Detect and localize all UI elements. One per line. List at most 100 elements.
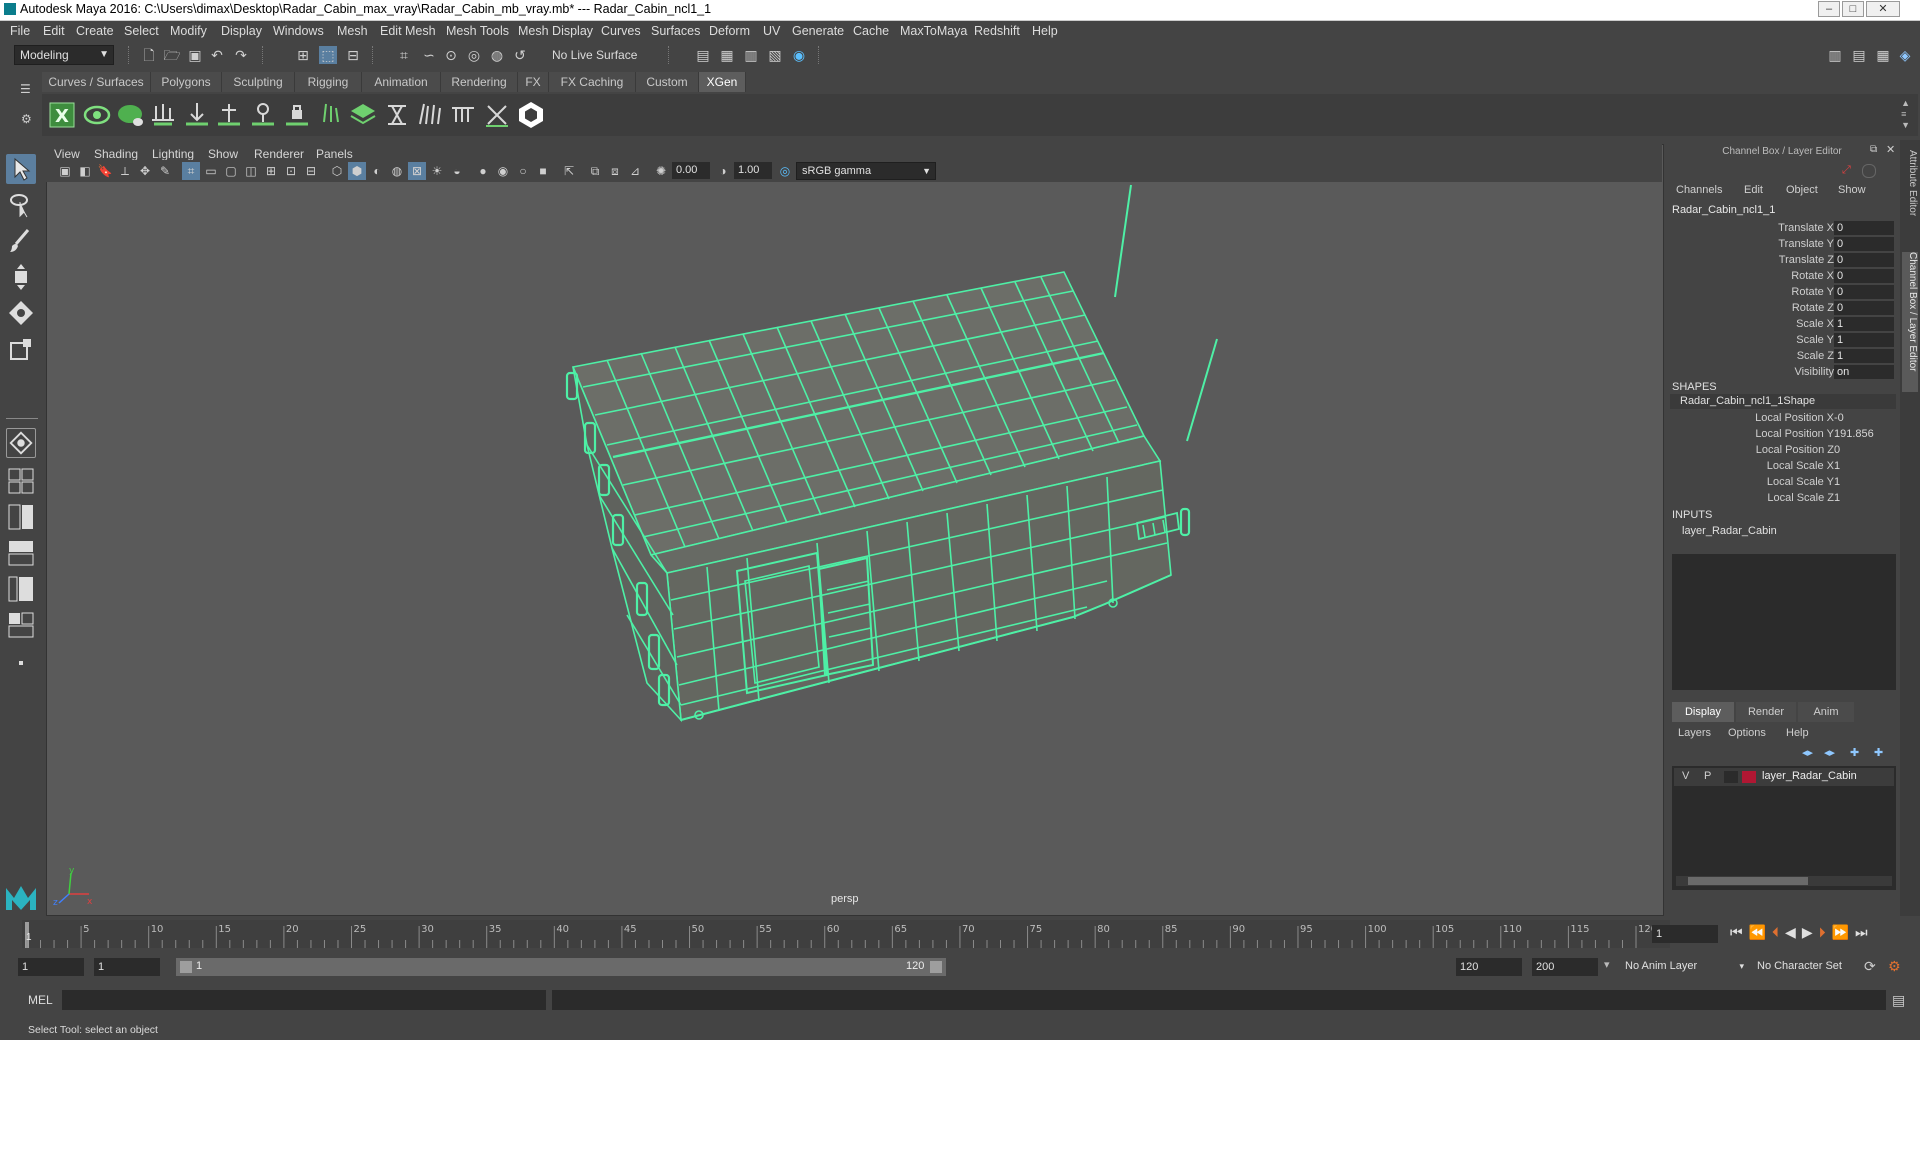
select-object-icon[interactable]: ⬚ [319,46,337,64]
soft-select-button[interactable] [6,428,36,458]
time-slider[interactable]: 5 10 15 20 25 30 35 40 45 50 55 60 65 70 75 80 85 90 95 100… [0,916,1920,952]
viewport-menu-show[interactable]: Show [208,147,238,161]
textured-icon[interactable]: ◍ [388,162,406,180]
shape-label-local-scale-x[interactable]: Local Scale X [1767,460,1834,472]
smooth-shade-icon[interactable]: ⬢ [348,162,366,180]
range-end-handle[interactable] [930,961,942,973]
go-to-start-icon[interactable]: ⏮ [1730,924,1749,940]
layer-menu-help[interactable]: Help [1786,727,1809,739]
save-scene-icon[interactable]: ▣ [186,46,204,64]
layout-four-view-button[interactable] [6,466,36,496]
2d-pan-zoom-icon[interactable]: ✥ [136,162,154,180]
modeling-toolkit-icon[interactable]: ▥ [1826,46,1844,64]
channel-value-rotate-y[interactable]: 0 [1834,285,1894,299]
channel-label-translate-z[interactable]: Translate Z [1779,254,1834,266]
snap-view-icon[interactable]: ◎ [465,46,483,64]
shape-label-local-scale-z[interactable]: Local Scale Z [1767,492,1834,504]
gamma-field[interactable]: 1.00 [734,162,772,179]
menu-maxtomaya[interactable]: MaxToMaya [900,24,967,38]
channel-value-rotate-z[interactable]: 0 [1834,301,1894,315]
menu-generate[interactable]: Generate [792,24,844,38]
xgen-delete-icon[interactable] [482,100,512,130]
time-ruler[interactable]: 5 10 15 20 25 30 35 40 45 50 55 60 65 70 75 80 85 90 95 100… [22,920,1682,950]
shape-label-local-scale-y[interactable]: Local Scale Y [1767,476,1834,488]
shape-value-local-scale-z[interactable]: 1 [1834,492,1840,504]
snap-point-icon[interactable]: ⊙ [442,46,460,64]
shape-value-local-scale-y[interactable]: 1 [1834,476,1840,488]
channel-value-scale-y[interactable]: 1 [1834,333,1894,347]
shelf-tab-fx[interactable]: FX [518,72,549,92]
shape-value-local-position-y[interactable]: 191.856 [1834,428,1874,440]
color-space-dropdown[interactable]: sRGB gamma ▼ [796,162,936,180]
layout-persp-outliner-button[interactable] [6,610,36,640]
tool-settings-icon[interactable]: ▦ [1874,46,1892,64]
open-scene-icon[interactable]: 🗁 [163,46,181,64]
channel-label-translate-y[interactable]: Translate Y [1778,238,1834,250]
play-backward-icon[interactable]: ◀ [1785,924,1802,940]
image-plane-icon[interactable]: ⟂ [116,162,134,180]
command-language-label[interactable]: MEL [28,993,53,1007]
layer-playback-toggle[interactable]: P [1704,770,1711,782]
channel-value-rotate-x[interactable]: 0 [1834,269,1894,283]
character-set-dropdown[interactable]: No Character Set [1752,958,1864,976]
animation-preferences-icon[interactable]: ⚙ [1888,958,1901,975]
new-layer-icon[interactable]: ✚ [1850,746,1859,759]
xgen-guide-length-icon[interactable] [316,100,346,130]
xgen-preview-icon[interactable] [82,100,112,130]
menu-surfaces[interactable]: Surfaces [651,24,700,38]
float-panel-icon[interactable]: ⧉ [1870,144,1877,155]
viewport-menu-shading[interactable]: Shading [94,147,138,161]
menu-mesh-display[interactable]: Mesh Display [518,24,593,38]
menu-file[interactable]: File [10,24,30,38]
menu-curves[interactable]: Curves [601,24,641,38]
safe-action-icon[interactable]: ⊡ [282,162,300,180]
select-hierarchy-icon[interactable]: ⊞ [294,46,312,64]
wireframe-icon[interactable]: ⬡ [328,162,346,180]
camera-select-icon[interactable]: ▣ [56,162,74,180]
select-tool-button[interactable] [6,154,36,184]
layout-persp-graph-button[interactable] [6,538,36,568]
menu-help[interactable]: Help [1032,24,1058,38]
layout-outliner-button[interactable] [6,574,36,604]
channel-value-translate-x[interactable]: 0 [1834,221,1894,235]
layer-menu-options[interactable]: Options [1728,727,1766,739]
channel-label-rotate-y[interactable]: Rotate Y [1791,286,1834,298]
channel-label-scale-z[interactable]: Scale Z [1797,350,1834,362]
channel-value-translate-z[interactable]: 0 [1834,253,1894,267]
channel-value-visibility[interactable]: on [1834,365,1894,379]
new-scene-icon[interactable]: 🗋 [140,46,158,64]
menu-create[interactable]: Create [76,24,114,38]
shelf-tab-xgen[interactable]: XGen [699,72,746,92]
side-tab-channel-box[interactable]: Channel Box / Layer Editor [1902,252,1918,392]
menu-select[interactable]: Select [124,24,159,38]
backface-culling-icon[interactable]: ⊿ [626,162,644,180]
channel-value-scale-z[interactable]: 1 [1834,349,1894,363]
layer-name[interactable]: layer_Radar_Cabin [1762,770,1857,782]
channel-menu-object[interactable]: Object [1786,184,1818,196]
attribute-editor-toggle-icon[interactable]: ▤ [1850,46,1868,64]
shape-label-local-position-y[interactable]: Local Position Y [1755,428,1834,440]
menu-mesh[interactable]: Mesh [337,24,368,38]
scale-tool-button[interactable] [6,334,36,364]
bookmark-icon[interactable]: 🔖 [96,162,114,180]
color-management-icon[interactable]: ◎ [776,162,794,180]
render-settings-icon[interactable]: ▤ [694,46,712,64]
xgen-guides-icon[interactable] [148,100,178,130]
ipr-render-icon[interactable]: ▥ [742,46,760,64]
viewport-menu-lighting[interactable]: Lighting [152,147,194,161]
resolution-gate-icon[interactable]: ▢ [222,162,240,180]
snap-curve-icon[interactable]: ∽ [420,46,438,64]
shelf-tab-custom[interactable]: Custom [636,72,699,92]
layer-display-type[interactable] [1724,771,1738,783]
xgen-description-icon[interactable] [116,100,146,130]
use-all-lights-icon[interactable]: ☀ [428,162,446,180]
xgen-select-guide-icon[interactable] [248,100,278,130]
hypershade-icon[interactable]: ▧ [766,46,784,64]
xgen-editor-icon[interactable]: X [48,100,78,130]
shelf-menu-icon[interactable]: ☰ [20,82,31,96]
shelf-tab-sculpting[interactable]: Sculpting [222,72,295,92]
layout-two-view-button[interactable] [6,502,36,532]
menu-deform[interactable]: Deform [709,24,750,38]
shelf-tab-animation[interactable]: Animation [362,72,441,92]
layer-row[interactable]: V P layer_Radar_Cabin [1674,768,1894,786]
